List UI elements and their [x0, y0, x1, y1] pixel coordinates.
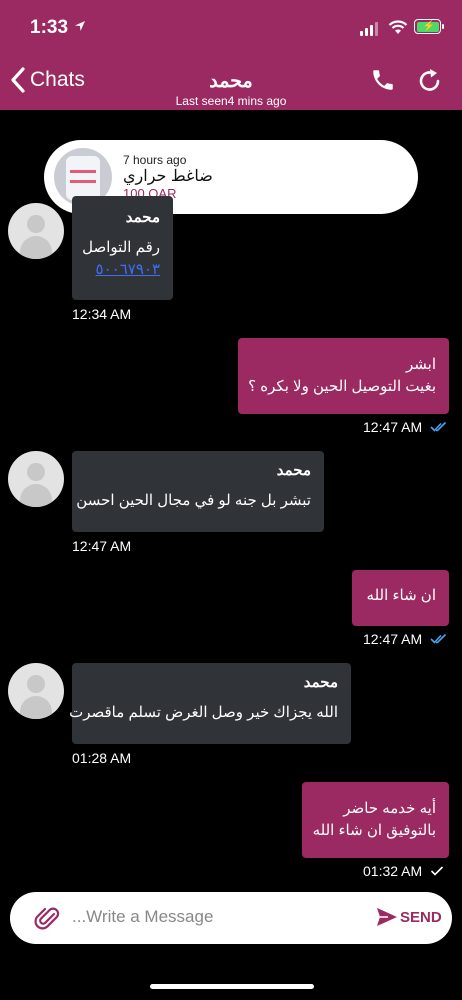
avatar: [8, 203, 64, 259]
last-seen: Last seen4 mins ago: [175, 94, 287, 108]
sender-name: محمد: [303, 674, 338, 691]
sender-name: محمد: [125, 209, 160, 226]
message-time: 01:32 AM: [363, 863, 423, 879]
message-text: ابشر: [406, 356, 436, 373]
message-time: 01:28 AM: [72, 750, 132, 766]
message-text: أيه خدمه حاضر: [343, 800, 436, 817]
refresh-icon[interactable]: [417, 67, 443, 95]
location-arrow-icon: [75, 21, 85, 31]
send-label: SEND: [400, 908, 442, 926]
message-text: ان شاء الله: [366, 587, 436, 604]
read-receipt-icon: [430, 421, 447, 432]
sender-name: محمد: [276, 462, 311, 479]
message-bubble: محمد الله يجزاك خير وصل الغرض تسلم ماقصر…: [69, 663, 351, 744]
message-composer: SEND: [10, 892, 452, 944]
home-indicator: [150, 984, 314, 989]
message-bubble: محمد تبشر بل جنه لو في مجال الحين احسن: [72, 451, 324, 532]
message-time: 12:34 AM: [72, 306, 132, 322]
phone-number-link[interactable]: ٥٠٠٦٧٩٠٣: [96, 260, 160, 278]
product-name: ضاغط حراري: [123, 168, 213, 185]
send-button[interactable]: SEND: [376, 907, 442, 927]
status-time: 1:33: [30, 17, 69, 38]
message-bubble: أيه خدمه حاضر بالتوفيق ان شاء الله: [302, 782, 449, 858]
attachment-icon[interactable]: [34, 905, 60, 931]
message-text: بغيت التوصيل الحين ولا بكره ؟: [248, 378, 436, 395]
message-time: 12:47 AM: [72, 538, 132, 554]
message-text: رقم التواصل: [82, 239, 160, 256]
phone-call-icon[interactable]: [370, 67, 396, 93]
message-time: 12:47 AM: [363, 419, 423, 435]
chat-header: 1:33 ⚡ Chats محمد Last seen4 mins ago: [0, 0, 462, 110]
avatar: [8, 663, 64, 719]
send-icon: [377, 908, 397, 926]
message-text: الله يجزاك خير وصل الغرض تسلم ماقصرت: [69, 704, 338, 721]
message-text: تبشر بل جنه لو في مجال الحين احسن: [76, 492, 311, 509]
message-time: 12:47 AM: [363, 631, 423, 647]
status-bar: 1:33 ⚡: [0, 0, 462, 58]
message-bubble: ان شاء الله: [352, 570, 449, 626]
battery-icon: ⚡: [414, 19, 444, 34]
message-bubble: ابشر بغيت التوصيل الحين ولا بكره ؟: [238, 338, 449, 414]
read-receipt-icon: [430, 633, 447, 644]
product-posted-time: 7 hours ago: [123, 153, 187, 167]
avatar: [8, 451, 64, 507]
sent-check-icon: [430, 866, 444, 876]
message-input[interactable]: [72, 907, 322, 927]
message-bubble: محمد رقم التواصل ٥٠٠٦٧٩٠٣: [72, 196, 173, 300]
message-text: بالتوفيق ان شاء الله: [312, 822, 436, 839]
cellular-signal-icon: [360, 22, 378, 36]
wifi-icon: [388, 20, 408, 34]
